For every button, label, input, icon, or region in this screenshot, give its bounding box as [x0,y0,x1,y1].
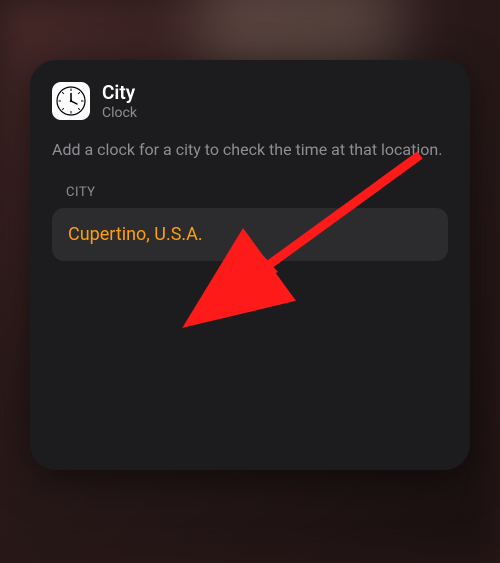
city-selector-row[interactable]: Cupertino, U.S.A. [52,208,448,261]
city-value: Cupertino, U.S.A. [68,224,203,245]
city-section-label: CITY [66,185,448,200]
clock-icon [55,85,87,117]
card-title: City [102,82,137,104]
card-header: City Clock [52,82,448,121]
clock-app-icon [52,82,90,120]
header-titles: City Clock [102,82,137,121]
city-config-card: City Clock Add a clock for a city to che… [30,60,470,470]
card-subtitle: Clock [102,105,137,121]
card-description: Add a clock for a city to check the time… [52,139,448,161]
